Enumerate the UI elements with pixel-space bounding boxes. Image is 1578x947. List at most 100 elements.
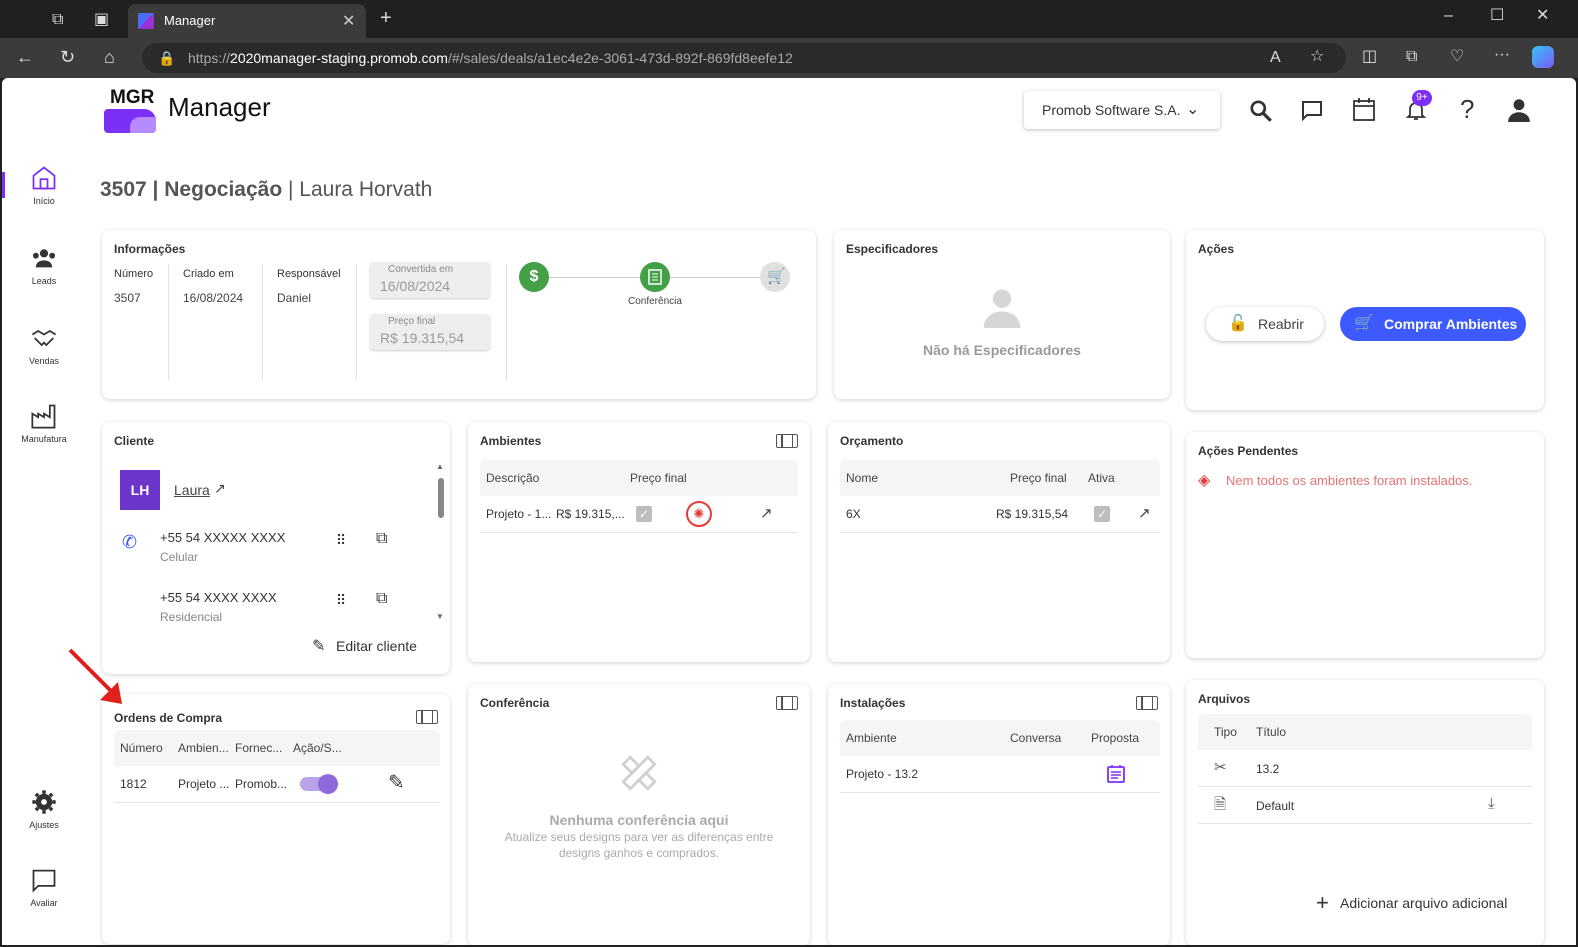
cliente-title: Cliente xyxy=(114,434,155,448)
conferencia-empty-text: Atualize seus designs para ver as difere… xyxy=(504,830,774,844)
th-tipo: Tipo xyxy=(1214,725,1237,739)
value-numero: 3507 xyxy=(114,291,141,305)
handshake-icon xyxy=(31,329,57,347)
table-row[interactable]: 1812 Projeto ... Promob... ✎ xyxy=(114,766,440,802)
external-link-icon[interactable]: ↗ xyxy=(214,480,226,497)
user-icon[interactable] xyxy=(1506,96,1532,122)
info-card-title: Informações xyxy=(114,242,186,256)
home-icon xyxy=(32,166,56,190)
sidebar-item-avaliar[interactable]: Avaliar xyxy=(2,866,86,908)
dialpad-icon[interactable]: ⠿ xyxy=(336,532,346,549)
instalacoes-card: Instalações Ambiente Conversa Proposta P… xyxy=(828,684,1170,945)
checkbox[interactable]: ✓ xyxy=(636,506,652,522)
copy-icon[interactable]: ⧉ xyxy=(376,530,387,548)
sidebar-item-ajustes[interactable]: Ajustes xyxy=(2,788,86,830)
chat-icon[interactable] xyxy=(1300,98,1324,122)
phone-number: +55 54 XXXXX XXXX xyxy=(160,530,286,545)
company-select-value: Promob Software S.A. xyxy=(1042,102,1181,118)
cell-fornecedor: Promob... xyxy=(235,777,288,791)
table-row[interactable]: 6X R$ 19.315,54 ✓ ↗ xyxy=(840,496,1160,532)
dialpad-icon[interactable]: ⠿ xyxy=(336,592,346,609)
performance-icon[interactable]: ♡ xyxy=(1450,49,1464,65)
status-toggle[interactable] xyxy=(300,774,338,794)
external-link-icon[interactable]: ↗ xyxy=(760,504,773,522)
external-link-icon[interactable]: ↗ xyxy=(1138,504,1151,522)
reabrir-label: Reabrir xyxy=(1258,316,1304,332)
orcamento-title: Orçamento xyxy=(840,434,904,448)
tab-close-icon[interactable]: ✕ xyxy=(342,11,355,31)
page-title: 3507 | Negociação | Laura Horvath xyxy=(100,178,433,201)
notification-badge: 9+ xyxy=(1412,90,1432,106)
sidebar-item-manufatura[interactable]: Manufatura xyxy=(2,402,86,444)
cliente-card: Cliente LH Laura ↗ ✆ +55 54 XXXXX XXXX C… xyxy=(102,422,450,674)
maximize-icon[interactable]: ☐ xyxy=(1490,8,1504,24)
especificadores-card: Especificadores Não há Especificadores xyxy=(834,230,1170,399)
person-placeholder-icon xyxy=(983,289,1021,328)
feedback-icon xyxy=(32,869,56,893)
sidebar-item-leads[interactable]: Leads xyxy=(2,244,86,286)
refresh-icon[interactable]: ↻ xyxy=(60,48,75,66)
copy-icon[interactable]: ⧉ xyxy=(376,590,387,608)
step-conferencia xyxy=(640,262,670,292)
new-tab-icon[interactable]: + xyxy=(380,8,392,28)
sidebar-item-inicio[interactable]: Início xyxy=(2,164,86,206)
read-aloud-icon[interactable]: A xyxy=(1270,50,1281,66)
proposal-document-icon[interactable] xyxy=(1106,764,1126,784)
logo[interactable]: MGR xyxy=(104,83,156,133)
add-file-label: Adicionar arquivo adicional xyxy=(1340,895,1508,911)
columns-icon[interactable] xyxy=(776,696,798,710)
calendar-icon[interactable] xyxy=(1352,96,1376,122)
divider xyxy=(356,264,357,380)
acoes-pendentes-card: Ações Pendentes ◈ Nem todos os ambientes… xyxy=(1186,432,1544,658)
tab-actions-icon[interactable]: ▣ xyxy=(94,12,109,28)
download-icon[interactable]: ⤓ xyxy=(1488,795,1495,812)
more-icon[interactable]: ··· xyxy=(1494,47,1510,63)
close-window-icon[interactable]: ✕ xyxy=(1536,8,1549,24)
browser-address-bar: ← ↻ ⌂ 🔒 https://2020manager-staging.prom… xyxy=(0,38,1578,78)
arquivos-card: Arquivos Tipo Título ✂ 13.2 🗎 Default ⤓ … xyxy=(1186,680,1544,945)
checkbox[interactable]: ✓ xyxy=(1094,506,1110,522)
columns-icon[interactable] xyxy=(416,710,438,724)
th-acao: Ação/S... xyxy=(293,741,342,755)
split-screen-icon[interactable]: ◫ xyxy=(1362,49,1377,65)
promob-status-icon[interactable]: ✺ xyxy=(686,501,712,527)
table-row[interactable]: ✂ 13.2 xyxy=(1198,750,1532,786)
collections-icon[interactable]: ⧉ xyxy=(1406,49,1417,65)
step-venda: $ xyxy=(519,262,549,292)
pencil-icon[interactable]: ✎ xyxy=(388,770,405,795)
scrollbar[interactable]: ▲ ▼ xyxy=(436,462,446,622)
search-icon[interactable] xyxy=(1248,98,1274,124)
sidebar: Início Leads Vendas Manufatura Ajustes A… xyxy=(2,144,86,945)
reabrir-button[interactable]: 🔓 Reabrir xyxy=(1206,307,1324,341)
copilot-icon[interactable] xyxy=(1532,46,1554,68)
back-icon[interactable]: ← xyxy=(16,48,34,66)
columns-icon[interactable] xyxy=(1136,696,1158,710)
table-row[interactable]: Projeto - 1... R$ 19.315,... ✓ ✺ ↗ xyxy=(480,496,798,532)
help-icon[interactable]: ? xyxy=(1460,94,1474,125)
table-row[interactable]: Projeto - 13.2 xyxy=(840,756,1160,792)
table-row[interactable]: 🗎 Default ⤓ xyxy=(1198,787,1532,823)
company-select[interactable]: Promob Software S.A. ⌄ xyxy=(1024,91,1220,129)
comprar-ambientes-button[interactable]: 🛒 Comprar Ambientes xyxy=(1340,307,1526,341)
favorite-icon[interactable]: ☆ xyxy=(1310,49,1324,65)
browser-tab[interactable]: Manager ✕ xyxy=(128,4,366,38)
value-responsavel: Daniel xyxy=(277,291,312,305)
pendentes-message: Nem todos os ambientes foram instalados. xyxy=(1226,473,1473,488)
ordens-card: Ordens de Compra Número Ambien... Fornec… xyxy=(102,694,450,944)
preco-final-label: Preço final xyxy=(388,316,436,327)
convertida-value: 16/08/2024 xyxy=(380,278,451,294)
th-titulo: Título xyxy=(1256,725,1287,739)
client-name-link[interactable]: Laura xyxy=(174,482,210,498)
columns-icon[interactable] xyxy=(776,434,798,448)
notifications-button[interactable]: 9+ xyxy=(1402,90,1432,124)
sidebar-item-label: Ajustes xyxy=(29,820,59,830)
home-icon[interactable]: ⌂ xyxy=(104,48,115,66)
sidebar-item-vendas[interactable]: Vendas xyxy=(2,324,86,366)
th-proposta: Proposta xyxy=(1091,731,1140,745)
document-icon xyxy=(648,269,662,285)
workspaces-icon[interactable]: ⧉ xyxy=(52,12,63,28)
acoes-card: Ações 🔓 Reabrir 🛒 Comprar Ambientes xyxy=(1186,230,1544,410)
minimize-icon[interactable]: – xyxy=(1444,8,1453,24)
cart-icon: 🛒 xyxy=(767,268,786,285)
url-field[interactable]: 🔒 https://2020manager-staging.promob.com… xyxy=(142,43,1346,73)
